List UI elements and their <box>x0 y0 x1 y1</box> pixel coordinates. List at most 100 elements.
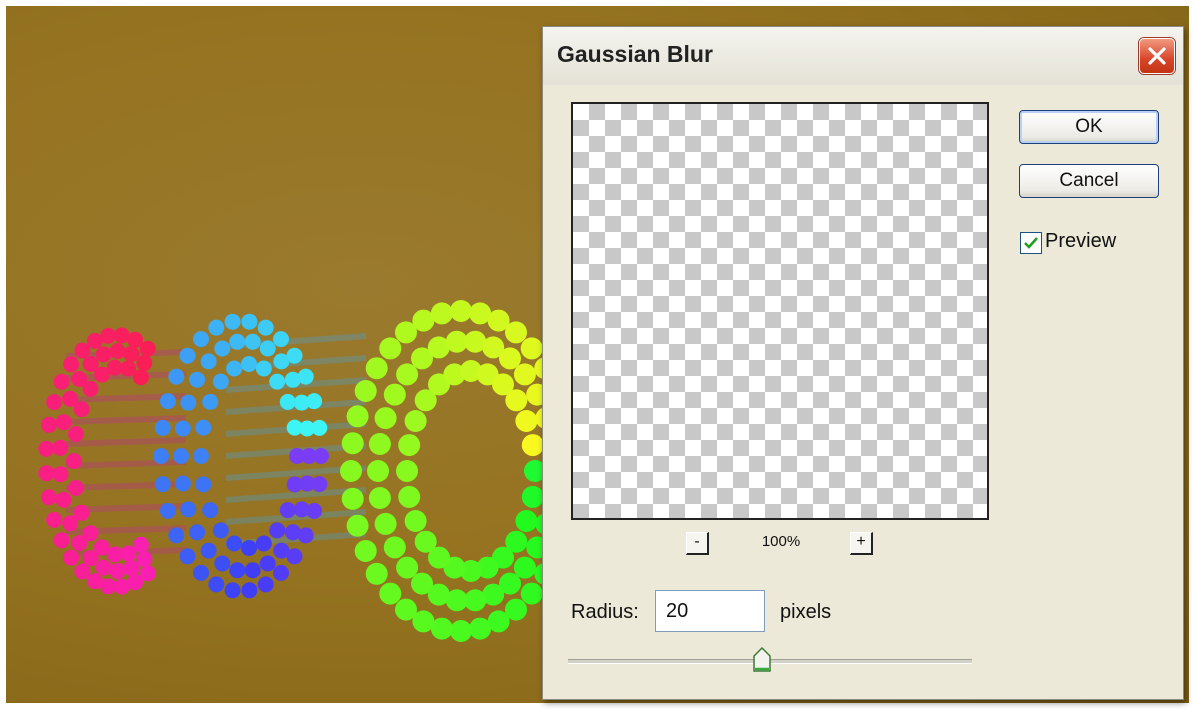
art-dot <box>383 383 406 406</box>
art-dot <box>521 485 544 508</box>
art-dot <box>379 337 402 360</box>
art-dot <box>55 491 72 508</box>
art-dot <box>273 542 290 559</box>
ok-button[interactable]: OK <box>1019 110 1159 144</box>
zoom-in-button[interactable]: + <box>850 532 873 555</box>
art-dot <box>46 511 63 528</box>
art-dot <box>395 598 417 621</box>
gaussian-blur-dialog: Gaussian Blur - 100% + OK Cancel Preview… <box>542 26 1184 700</box>
art-dot <box>374 407 397 430</box>
preview-checkbox[interactable] <box>1020 232 1042 254</box>
art-dot <box>193 448 209 464</box>
art-dot <box>123 345 140 362</box>
art-dot <box>229 333 246 350</box>
art-dot <box>202 393 219 410</box>
zoom-level: 100% <box>761 533 801 550</box>
art-dot <box>259 340 276 357</box>
art-dot <box>208 319 225 336</box>
art-dot <box>226 535 243 552</box>
art-dot <box>173 448 189 464</box>
art-dot <box>208 576 225 593</box>
radius-input[interactable] <box>655 590 765 632</box>
art-dot <box>340 460 362 482</box>
art-dot <box>52 466 69 483</box>
art-dot <box>189 371 206 388</box>
art-dot <box>365 562 388 585</box>
art-dot <box>515 510 538 532</box>
radius-slider-thumb[interactable] <box>753 647 771 673</box>
art-dot <box>224 582 241 599</box>
art-dot <box>159 393 176 410</box>
art-dot <box>515 410 538 432</box>
art-dot <box>279 502 296 519</box>
art-dot <box>180 394 197 411</box>
close-button[interactable] <box>1139 38 1175 74</box>
art-dot <box>132 369 149 386</box>
zoom-out-button[interactable]: - <box>686 532 709 555</box>
art-dot <box>38 440 55 457</box>
art-dot <box>67 480 84 496</box>
art-dot <box>365 357 388 380</box>
art-dot <box>241 313 258 330</box>
art-dot <box>82 525 99 542</box>
art-dot <box>159 502 176 519</box>
dialog-titlebar[interactable]: Gaussian Blur <box>543 27 1183 85</box>
art-dot <box>346 514 369 537</box>
art-dot <box>229 562 246 579</box>
art-dot <box>41 416 57 433</box>
art-dot <box>284 371 301 388</box>
art-dot <box>450 300 472 322</box>
art-dot <box>241 540 257 556</box>
art-dot <box>82 380 99 397</box>
art-dot <box>168 527 185 544</box>
art-dot <box>374 512 397 535</box>
art-dot <box>214 555 231 572</box>
cool-dotted-text-artwork <box>38 300 566 642</box>
art-dot <box>259 555 276 572</box>
art-dot <box>368 487 391 509</box>
art-dot <box>179 548 196 565</box>
art-dot <box>109 563 126 579</box>
art-streak <box>65 459 187 469</box>
art-dot <box>179 347 196 364</box>
art-dot <box>136 355 153 371</box>
art-dot <box>513 363 536 386</box>
art-dot <box>341 432 364 455</box>
art-dot <box>293 394 310 411</box>
art-dot <box>153 448 169 464</box>
art-dot <box>396 460 418 482</box>
art-dot <box>113 578 130 595</box>
art-dot <box>139 340 156 357</box>
art-dot <box>430 302 453 325</box>
art-dot <box>63 356 80 373</box>
art-dot <box>214 340 231 357</box>
art-dot <box>255 535 272 552</box>
art-dot <box>520 582 543 605</box>
art-dot <box>269 522 286 539</box>
art-dot <box>255 360 272 377</box>
dialog-title: Gaussian Blur <box>557 41 713 67</box>
art-dot <box>505 389 528 412</box>
radius-label: Radius: <box>571 601 639 623</box>
art-dot <box>346 405 369 428</box>
art-dot <box>136 551 153 567</box>
art-dot <box>293 501 310 518</box>
radius-units-label: pixels <box>780 601 832 623</box>
cancel-button[interactable]: Cancel <box>1019 164 1159 198</box>
art-dot <box>109 343 126 359</box>
art-dot <box>354 380 377 402</box>
art-dot <box>193 331 209 348</box>
art-dot <box>100 327 117 344</box>
art-dot <box>273 353 290 370</box>
art-dot <box>286 419 303 436</box>
art-dot <box>212 522 229 539</box>
art-dot <box>244 562 261 579</box>
art-dot <box>55 414 72 431</box>
preview-window[interactable] <box>571 102 989 520</box>
art-dot <box>257 576 274 593</box>
art-dot <box>95 559 112 576</box>
art-dot <box>273 331 289 348</box>
art-dot <box>193 564 209 581</box>
art-dot <box>195 419 212 436</box>
art-dot <box>67 426 84 442</box>
